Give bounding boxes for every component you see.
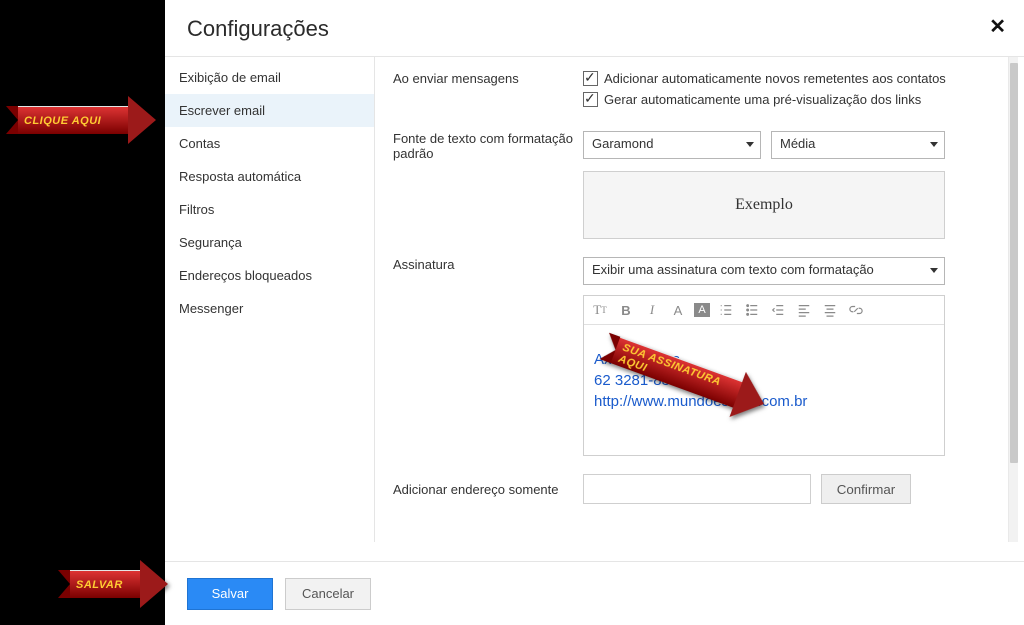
italic-icon[interactable]: I xyxy=(642,300,662,320)
sidebar-item-exibicao[interactable]: Exibição de email xyxy=(165,61,374,94)
sidebar-item-filtros[interactable]: Filtros xyxy=(165,193,374,226)
checkbox-icon[interactable] xyxy=(583,92,598,107)
sidebar-item-seguranca[interactable]: Segurança xyxy=(165,226,374,259)
settings-content: Ao enviar mensagens Adicionar automatica… xyxy=(375,57,1024,542)
font-color-icon[interactable]: A xyxy=(668,300,688,320)
chevron-down-icon xyxy=(746,142,754,147)
checkbox-add-contacts[interactable]: Adicionar automaticamente novos remetent… xyxy=(583,71,996,86)
confirm-button[interactable]: Confirmar xyxy=(821,474,911,504)
sidebar-item-resposta[interactable]: Resposta automática xyxy=(165,160,374,193)
chevron-down-icon xyxy=(930,268,938,273)
chevron-down-icon xyxy=(930,142,938,147)
sidebar-item-label: Endereços bloqueados xyxy=(179,268,312,283)
checkbox-label: Gerar automaticamente uma pré-visualizaç… xyxy=(604,92,921,107)
align-center-icon[interactable] xyxy=(820,300,840,320)
save-button[interactable]: Salvar xyxy=(187,578,273,610)
scrollbar-thumb[interactable] xyxy=(1010,63,1018,463)
cancel-button[interactable]: Cancelar xyxy=(285,578,371,610)
dialog-body: Exibição de email Escrever email Contas … xyxy=(165,56,1024,542)
sidebar-item-label: Segurança xyxy=(179,235,242,250)
sidebar-item-label: Exibição de email xyxy=(179,70,281,85)
font-preview: Exemplo xyxy=(583,171,945,239)
outdent-icon[interactable] xyxy=(768,300,788,320)
link-icon[interactable] xyxy=(846,300,866,320)
select-value: Exibir uma assinatura com texto com form… xyxy=(592,262,874,277)
font-family-select[interactable]: Garamond xyxy=(583,131,761,159)
page-title: Configurações xyxy=(187,16,329,41)
text-size-icon[interactable]: TT xyxy=(590,300,610,320)
sidebar-item-messenger[interactable]: Messenger xyxy=(165,292,374,325)
select-value: Média xyxy=(780,136,815,151)
dialog-header: Configurações ✕ xyxy=(165,0,1024,56)
bold-icon[interactable]: B xyxy=(616,300,636,320)
align-left-icon[interactable] xyxy=(794,300,814,320)
sidebar-item-label: Escrever email xyxy=(179,103,265,118)
annotation-arrow-salvar: SALVAR xyxy=(58,560,168,608)
checkbox-label: Adicionar automaticamente novos remetent… xyxy=(604,71,946,86)
settings-dialog: Configurações ✕ Exibição de email Escrev… xyxy=(165,0,1024,625)
checkbox-link-preview[interactable]: Gerar automaticamente uma pré-visualizaç… xyxy=(583,92,996,107)
send-label: Ao enviar mensagens xyxy=(393,71,583,113)
sidebar-item-escrever[interactable]: Escrever email xyxy=(165,94,374,127)
settings-sidebar: Exibição de email Escrever email Contas … xyxy=(165,57,375,542)
annotation-arrow-clique-aqui: CLIQUE AQUI xyxy=(6,96,156,144)
highlight-icon[interactable]: A xyxy=(694,303,710,317)
select-value: Garamond xyxy=(592,136,653,151)
signature-mode-select[interactable]: Exibir uma assinatura com texto com form… xyxy=(583,257,945,285)
add-address-input[interactable] xyxy=(583,474,811,504)
add-address-label: Adicionar endereço somente xyxy=(393,482,583,497)
sidebar-item-contas[interactable]: Contas xyxy=(165,127,374,160)
list-bullet-icon[interactable] xyxy=(742,300,762,320)
signature-label: Assinatura xyxy=(393,257,583,456)
dialog-footer: Salvar Cancelar xyxy=(165,561,1024,625)
font-label: Fonte de texto com formatação padrão xyxy=(393,131,583,239)
close-icon[interactable]: ✕ xyxy=(989,14,1006,39)
sidebar-item-label: Contas xyxy=(179,136,220,151)
list-numbered-icon[interactable] xyxy=(716,300,736,320)
sidebar-item-label: Resposta automática xyxy=(179,169,301,184)
font-size-select[interactable]: Média xyxy=(771,131,945,159)
scrollbar[interactable] xyxy=(1008,57,1018,542)
sidebar-item-label: Filtros xyxy=(179,202,214,217)
editor-toolbar: TT B I A A xyxy=(584,296,944,325)
checkbox-icon[interactable] xyxy=(583,71,598,86)
sidebar-item-enderecos[interactable]: Endereços bloqueados xyxy=(165,259,374,292)
sidebar-item-label: Messenger xyxy=(179,301,243,316)
